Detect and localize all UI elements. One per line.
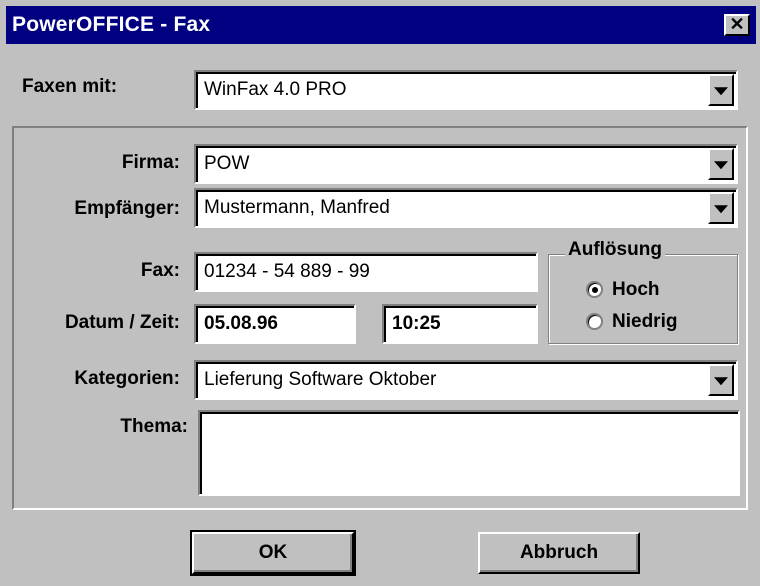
radio-niedrig-label[interactable]: Niedrig: [612, 311, 677, 333]
title-bar[interactable]: PowerOFFICE - Fax ✕: [6, 6, 756, 44]
kategorien-value: Lieferung Software Oktober: [204, 369, 437, 390]
fax-dialog: PowerOFFICE - Fax ✕ Faxen mit: WinFax 4.…: [0, 0, 760, 586]
firma-select[interactable]: POW: [194, 144, 738, 184]
thema-label: Thema:: [120, 416, 188, 437]
empfaenger-value: Mustermann, Manfred: [204, 197, 390, 218]
date-field[interactable]: 05.08.96: [194, 304, 356, 344]
kategorien-dropdown-button[interactable]: [708, 364, 734, 396]
ok-button[interactable]: OK: [190, 530, 356, 576]
time-field[interactable]: 10:25: [382, 304, 538, 344]
resolution-title: Auflösung: [565, 239, 665, 261]
chevron-down-icon: [714, 161, 728, 170]
kategorien-label: Kategorien:: [74, 368, 180, 389]
firma-value: POW: [204, 153, 250, 174]
date-value: 05.08.96: [204, 313, 278, 334]
empfaenger-dropdown-button[interactable]: [708, 192, 734, 224]
empfaenger-select[interactable]: Mustermann, Manfred: [194, 188, 738, 228]
firma-label: Firma:: [121, 152, 180, 173]
chevron-down-icon: [714, 87, 728, 96]
fax-with-label: Faxen mit:: [22, 76, 118, 97]
firma-dropdown-button[interactable]: [708, 148, 734, 180]
datetime-label: Datum / Zeit:: [64, 312, 180, 333]
fax-number-field[interactable]: 01234 - 54 889 - 99: [194, 252, 538, 292]
window-title: PowerOFFICE - Fax: [12, 13, 211, 36]
thema-textarea[interactable]: [198, 410, 740, 496]
empfaenger-label: Empfänger:: [74, 198, 180, 219]
fax-with-dropdown-button[interactable]: [708, 74, 734, 106]
chevron-down-icon: [714, 377, 728, 386]
kategorien-select[interactable]: Lieferung Software Oktober: [194, 360, 738, 400]
cancel-button[interactable]: Abbruch: [478, 532, 640, 574]
fax-label: Fax:: [140, 260, 180, 281]
fax-with-select[interactable]: WinFax 4.0 PRO: [194, 70, 738, 110]
close-button[interactable]: ✕: [724, 14, 750, 36]
time-value: 10:25: [392, 313, 441, 334]
radio-hoch-label[interactable]: Hoch: [612, 279, 660, 301]
fax-number-value: 01234 - 54 889 - 99: [204, 261, 370, 282]
radio-hoch[interactable]: [586, 281, 603, 298]
chevron-down-icon: [714, 205, 728, 214]
fax-with-value: WinFax 4.0 PRO: [204, 79, 347, 100]
close-icon: ✕: [729, 14, 745, 34]
radio-niedrig[interactable]: [586, 313, 603, 330]
